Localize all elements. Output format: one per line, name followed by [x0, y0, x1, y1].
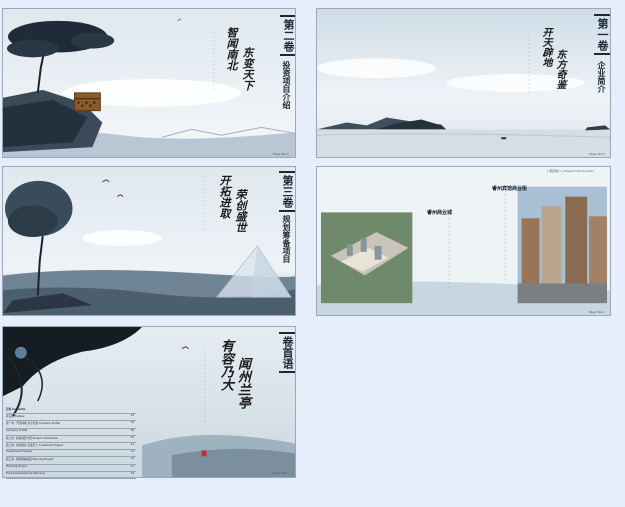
project-photos — [317, 167, 610, 315]
tree-pyramid-illustration — [3, 167, 295, 315]
page-label: Page Wuxi — [273, 471, 289, 475]
toc-item[interactable]: 第三卷 · 规划筹备项目 Planning Project 15 — [6, 457, 136, 465]
volume-title: 第二卷 — [280, 15, 295, 56]
brochure-page-vol1[interactable]: 开天辟地 东方奇鉴 ◦◦◦◦◦◦◦◦◦◦◦◦◦◦◦ 第一卷 企业简介 Page … — [316, 8, 611, 158]
calligraphy-line-1: 开天辟地 — [540, 27, 551, 67]
toc-item-text: 第三卷 · 规划筹备项目 Planning Project — [6, 458, 54, 462]
toc-item[interactable]: 卷首语 Preface 01 — [6, 414, 136, 422]
toc-item[interactable]: Investment Projects 13 — [6, 450, 136, 458]
toc-item-text: Company Profile — [6, 428, 28, 432]
toc-item-page: 15 — [130, 457, 134, 461]
body-text: ◦◦◦◦◦◦◦◦◦◦◦◦◦◦ — [202, 175, 206, 231]
volume-title: 第一卷 — [594, 14, 610, 55]
page-label: Page Wuxi — [273, 152, 289, 156]
toc-item-text: 卷首语 Preface — [6, 415, 25, 419]
calligraphy-line-2: 东方奇鉴 — [554, 49, 565, 89]
toc-item-text: 第一卷 · 开天辟地 东方奇鉴 Company Profile — [6, 422, 60, 426]
body-text: ◦◦◦◦◦◦◦◦◦◦◦◦◦◦◦ — [212, 31, 216, 91]
toc-item[interactable]: 第一卷 · 开天辟地 东方奇鉴 Company Profile 03 — [6, 421, 136, 429]
toc-item[interactable]: Future Development Planning 19 — [6, 472, 136, 479]
toc-item-text: Future Development Planning — [6, 471, 45, 475]
project-name-right: 睿州宾馆商业街 — [492, 186, 528, 192]
toc-item-page: 01 — [130, 414, 134, 418]
toc-item-text: 第二卷 · 智闻南北 东变天下 Investment Project — [6, 443, 64, 447]
calligraphy-line-1: 开拓进取 — [218, 175, 231, 219]
toc-item-page: 03 — [130, 421, 134, 425]
toc-item-page: 17 — [130, 464, 134, 468]
toc-item-page: 19 — [130, 471, 134, 475]
preface-text: ◦◦◦◦◦◦◦◦◦◦◦◦◦◦◦◦◦◦◦◦ — [203, 347, 207, 427]
page-label: Page Wuxi — [273, 310, 289, 314]
body-text: ◦◦◦◦◦◦◦◦◦◦◦◦◦◦◦ — [527, 34, 531, 94]
brochure-page-vol3[interactable]: 开拓进取 荣创盛世 ◦◦◦◦◦◦◦◦◦◦◦◦◦◦ 第三卷 规划筹备项目 Page… — [2, 166, 296, 316]
calligraphy-line-2: 闻州兰亭 — [235, 357, 250, 409]
toc-item-text: 第二卷 · 投资项目介绍 Project Introduction — [6, 436, 59, 440]
toc-item[interactable]: Planning Project 17 — [6, 465, 136, 472]
volume-subtitle: 企业简介 — [597, 61, 607, 93]
toc-item-page: 11 — [130, 442, 134, 446]
volume-subtitle: 投资项目介绍 — [282, 61, 292, 109]
toc-item[interactable]: Company Profile 05 — [6, 429, 136, 436]
project-description-right: ◦◦◦◦◦◦◦◦◦◦◦◦◦◦◦◦◦◦◦◦◦◦ — [503, 193, 507, 281]
section-header-label: [ 项目简介 ] Project Introduction — [547, 169, 594, 173]
volume-subtitle: 规划筹备项目 — [282, 215, 292, 263]
table-of-contents: 目录 Contents 卷首语 Preface 01 第一卷 · 开天辟地 东方奇… — [6, 407, 136, 479]
calligraphy-line-2: 东变天下 — [241, 47, 254, 91]
brochure-page-vol2[interactable]: 智闻南北 东变天下 ◦◦◦◦◦◦◦◦◦◦◦◦◦◦◦ 第二卷 投资项目介绍 Pag… — [2, 8, 296, 158]
toc-item-page: 05 — [130, 428, 134, 432]
toc-item-page: 13 — [130, 450, 134, 454]
preface-title: 卷首语 — [279, 332, 295, 373]
page-label: Page Wuxi — [589, 310, 605, 314]
calligraphy-line-1: 智闻南北 — [225, 27, 238, 71]
toc-header: 目录 Contents — [6, 407, 136, 415]
toc-item-text: Investment Projects — [6, 450, 32, 454]
toc-item[interactable]: 第二卷 · 投资项目介绍 Project Introduction 07 — [6, 436, 136, 443]
toc-item-page: 07 — [130, 435, 134, 439]
project-name-left: 睿州商业城 — [427, 210, 453, 216]
brochure-page-project-intro[interactable]: [ 项目简介 ] Project Introduction 睿州商业城 睿州宾馆… — [316, 166, 611, 316]
project-description-left: ◦◦◦◦◦◦◦◦◦◦◦◦◦◦◦◦◦◦ — [447, 217, 451, 289]
volume-title: 第三卷 — [279, 171, 295, 212]
calligraphy-line-2: 荣创盛世 — [234, 189, 247, 233]
toc-item-text: Planning Project — [6, 464, 27, 468]
page-label: Page Wuxi — [589, 152, 605, 156]
